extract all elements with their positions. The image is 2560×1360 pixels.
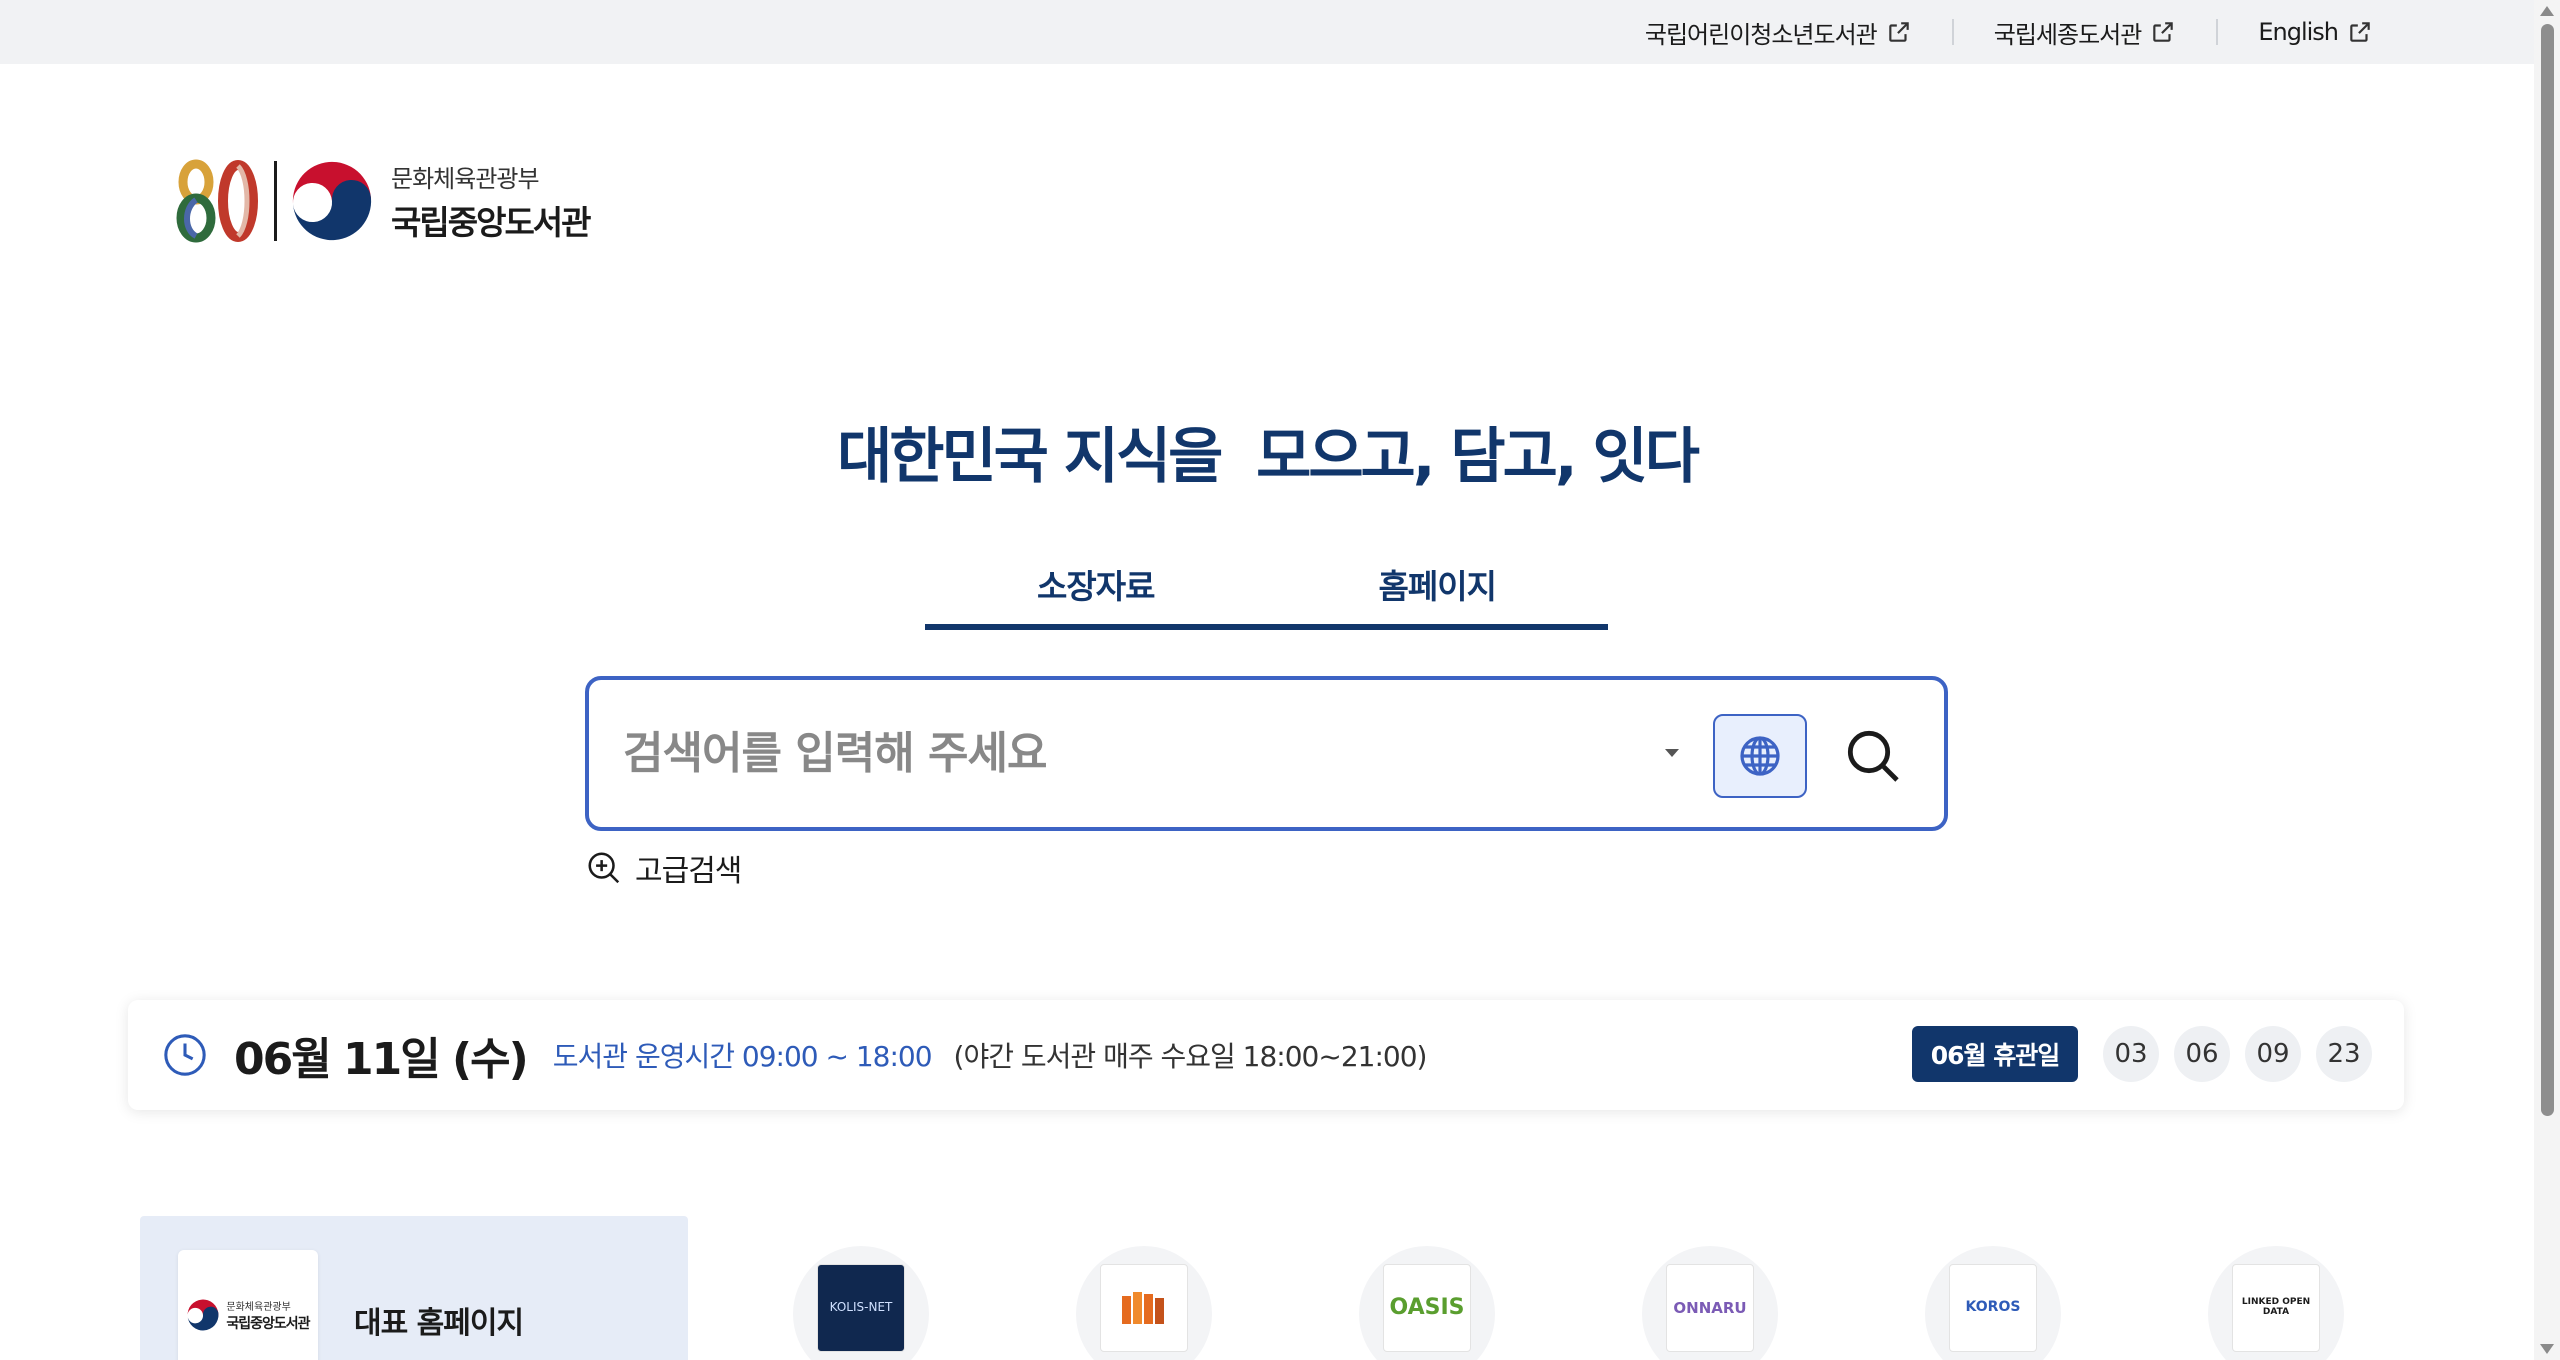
opening-hours: 도서관 운영시간 09:00 ~ 18:00 <box>552 1040 933 1073</box>
monthly-closed-days-button[interactable]: 06월 휴관일 <box>1912 1026 2078 1082</box>
link-english[interactable]: English <box>2252 18 2379 46</box>
logo-divider <box>274 161 277 241</box>
today-date: 06월 11일 (수) <box>234 1034 529 1085</box>
tab-underline <box>925 624 1608 630</box>
external-link-icon <box>2350 22 2370 42</box>
rep-logo-ministry: 문화체육관광부 <box>226 1301 291 1313</box>
site-books[interactable] <box>1076 1246 1212 1360</box>
closed-day: 03 <box>2103 1026 2159 1082</box>
taegeuk-emblem-icon <box>187 1299 219 1331</box>
rep-logo-text: 문화체육관광부 국립중앙도서관 <box>226 1298 310 1333</box>
closed-day: 23 <box>2316 1026 2372 1082</box>
tab-homepage[interactable]: 홈페이지 <box>1267 548 1609 630</box>
hero-headline: 대한민국 지식을 모으고, 담고, 잇다 <box>837 422 1700 492</box>
site-label: KOLIS-NET <box>829 1300 893 1315</box>
globe-icon <box>1740 736 1780 776</box>
search-button[interactable] <box>1835 716 1911 796</box>
search-input[interactable] <box>623 718 1623 788</box>
link-label: English <box>2258 18 2339 46</box>
link-label: 국립어린이청소년도서관 <box>1644 20 1878 49</box>
related-sites: KOLIS-NET OASIS ONNARU KOROS LINKED OPEN… <box>793 1246 2491 1360</box>
site-koros[interactable]: KOROS <box>1925 1246 2061 1360</box>
koros-icon: KOROS <box>1949 1264 2037 1352</box>
rep-logo: 문화체육관광부 국립중앙도서관 <box>178 1250 318 1360</box>
clock-icon <box>164 1034 206 1076</box>
search-tabs: 소장자료 홈페이지 <box>925 548 1608 630</box>
80th-anniversary-logo <box>176 159 258 243</box>
site-logo[interactable]: 문화체육관광부 국립중앙도서관 <box>176 158 592 244</box>
language-search-button[interactable] <box>1713 714 1807 798</box>
vertical-scrollbar[interactable] <box>2534 0 2560 1360</box>
link-sejong-library[interactable]: 국립세종도서관 <box>1988 15 2183 50</box>
taegeuk-emblem-icon <box>291 160 373 242</box>
oasis-icon: OASIS <box>1383 1264 1471 1352</box>
site-label: LINKED OPEN DATA <box>2241 1297 2311 1317</box>
top-utility-bar: 국립어린이청소년도서관 국립세종도서관 English <box>0 0 2534 64</box>
onnaru-icon: ONNARU <box>1666 1264 1754 1352</box>
advanced-search-label: 고급검색 <box>635 854 742 889</box>
site-label: ONNARU <box>1673 1298 1747 1317</box>
divider <box>2216 19 2219 45</box>
site-linked-open-data[interactable]: LINKED OPEN DATA <box>2208 1246 2344 1360</box>
representative-homepage-card[interactable]: 문화체육관광부 국립중앙도서관 대표 홈페이지 <box>140 1216 688 1360</box>
site-label: KOROS <box>1965 1299 2021 1316</box>
closed-days-list: 03 06 09 23 <box>2103 1026 2387 1082</box>
linked-open-data-icon: LINKED OPEN DATA <box>2232 1264 2320 1352</box>
night-library-hours: (야간 도서관 매주 수요일 18:00~21:00) <box>953 1040 1428 1073</box>
page: { "topbar": { "links": [ {"label": "국립어린… <box>0 0 2560 1360</box>
closed-day: 06 <box>2174 1026 2230 1082</box>
representative-homepage-label: 대표 홈페이지 <box>354 1306 524 1341</box>
site-kolis-net[interactable]: KOLIS-NET <box>793 1246 929 1360</box>
search-icon <box>1847 730 1899 782</box>
closed-day: 09 <box>2245 1026 2301 1082</box>
external-link-icon <box>2153 22 2174 42</box>
scrollbar-thumb[interactable] <box>2541 24 2554 1116</box>
top-links: 국립어린이청소년도서관 국립세종도서관 English <box>1639 0 2379 64</box>
logo-text: 문화체육관광부 국립중앙도서관 <box>391 159 592 244</box>
site-onnaru[interactable]: ONNARU <box>1642 1246 1778 1360</box>
divider <box>1951 19 1954 45</box>
external-link-icon <box>1889 22 1909 42</box>
search-box <box>585 676 1948 831</box>
rep-logo-library: 국립중앙도서관 <box>226 1315 310 1332</box>
library-hours-bar: 06월 11일 (수) 도서관 운영시간 09:00 ~ 18:00 (야간 도… <box>128 1000 2404 1110</box>
kolis-net-icon: KOLIS-NET <box>817 1264 905 1352</box>
chevron-down-icon[interactable] <box>1665 749 1679 757</box>
books-icon <box>1100 1264 1188 1352</box>
scroll-up-arrow[interactable] <box>2540 6 2554 16</box>
link-children-library[interactable]: 국립어린이청소년도서관 <box>1639 15 1918 50</box>
advanced-search-link[interactable]: 고급검색 <box>585 846 742 890</box>
site-oasis[interactable]: OASIS <box>1359 1246 1495 1360</box>
zoom-in-icon <box>588 852 620 884</box>
tab-collection[interactable]: 소장자료 <box>925 548 1267 630</box>
link-label: 국립세종도서관 <box>1993 20 2143 49</box>
scroll-down-arrow[interactable] <box>2540 1344 2554 1354</box>
site-label: OASIS <box>1389 1294 1465 1320</box>
books-icon <box>1122 1292 1164 1324</box>
library-name: 국립중앙도서관 <box>391 202 592 242</box>
ministry-name: 문화체육관광부 <box>391 164 540 193</box>
